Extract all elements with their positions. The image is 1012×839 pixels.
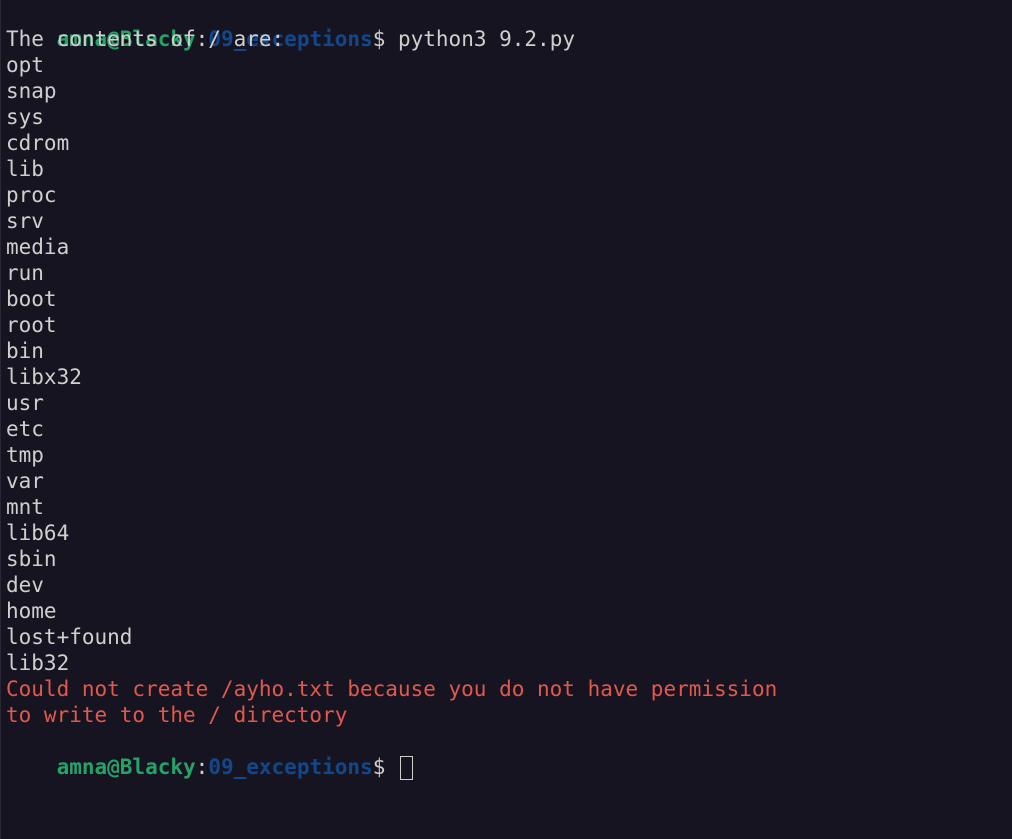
list-item: sbin — [6, 547, 57, 571]
error-message-line-1: Could not create /ayho.txt because you d… — [6, 677, 778, 701]
prompt-symbol: $ — [372, 27, 398, 51]
list-item: var — [6, 469, 44, 493]
list-item: run — [6, 261, 44, 285]
list-item: lib — [6, 157, 44, 181]
prompt-path: 09_exceptions — [208, 755, 373, 779]
list-item: lib64 — [6, 521, 70, 545]
list-item: lib32 — [6, 651, 70, 675]
list-item: srv — [6, 209, 44, 233]
list-item: sys — [6, 105, 44, 129]
list-item: proc — [6, 183, 57, 207]
prompt-symbol: $ — [372, 755, 398, 779]
text-cursor[interactable] — [399, 756, 413, 780]
list-item: mnt — [6, 495, 44, 519]
list-item: bin — [6, 339, 44, 363]
list-item: boot — [6, 287, 57, 311]
list-item: libx32 — [6, 365, 82, 389]
prompt-separator: : — [195, 755, 209, 779]
list-item: etc — [6, 417, 44, 441]
list-item: root — [6, 313, 57, 337]
list-item: dev — [6, 573, 44, 597]
error-message-line-2: to write to the / directory — [6, 703, 348, 727]
prompt-line-2: amna@Blacky:09_exceptions$ — [6, 728, 1012, 780]
list-item: media — [6, 235, 70, 259]
prompt-user-host: amna@Blacky — [56, 755, 196, 779]
list-item: opt — [6, 53, 44, 77]
list-item: cdrom — [6, 131, 70, 155]
list-item: usr — [6, 391, 44, 415]
command-text: python3 9.2.py — [397, 27, 575, 51]
prompt-line-1: amna@Blacky:09_exceptions$ python3 9.2.p… — [6, 0, 1012, 51]
terminal-window[interactable]: amna@Blacky:09_exceptions$ python3 9.2.p… — [0, 0, 1012, 839]
list-item: tmp — [6, 443, 44, 467]
list-item: home — [6, 599, 57, 623]
list-item: snap — [6, 79, 57, 103]
list-item: lost+found — [6, 625, 133, 649]
